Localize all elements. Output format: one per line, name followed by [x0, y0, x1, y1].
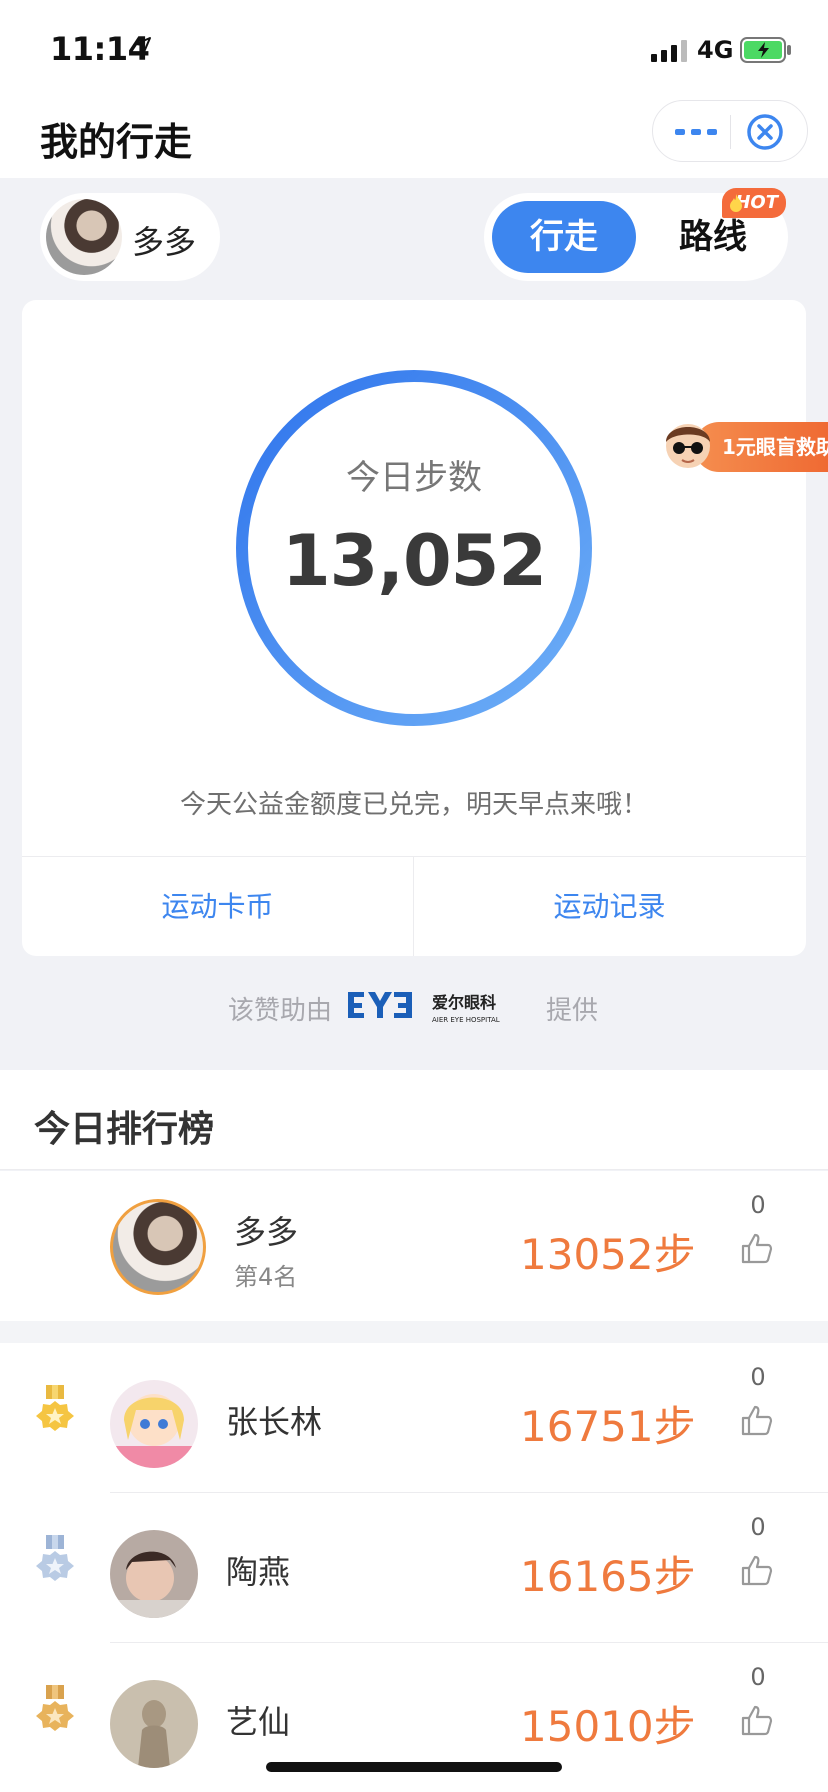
section-gap	[0, 1321, 828, 1343]
avatar	[46, 199, 122, 275]
svg-text:AIER EYE HOSPITAL: AIER EYE HOSPITAL	[432, 1016, 500, 1024]
home-indicator	[266, 1762, 562, 1772]
avatar	[110, 1530, 198, 1618]
donation-notice: 今天公益金额度已兑完，明天早点来哦！	[179, 790, 648, 820]
user-name: 艺仙	[226, 1703, 291, 1741]
table-row[interactable]: 陶燕 16165步 0	[0, 1493, 828, 1643]
like-count: 0	[750, 1363, 766, 1391]
thumbs-up-icon[interactable]	[740, 1703, 774, 1737]
tab-walk[interactable]: 行走	[492, 201, 636, 273]
divider	[0, 1169, 828, 1170]
avatar	[110, 1199, 206, 1295]
cartoon-face-icon	[666, 424, 710, 468]
user-rank: 第4名	[234, 1263, 298, 1291]
like-count: 0	[750, 1663, 766, 1691]
aier-eye-logo: 爱尔眼科 AIER EYE HOSPITAL	[348, 992, 500, 1024]
thumbs-up-icon[interactable]	[740, 1403, 774, 1437]
thumbs-up-icon[interactable]	[740, 1231, 774, 1265]
svg-text:爱尔眼科: 爱尔眼科	[432, 993, 496, 1012]
sport-coin-button[interactable]: 运动卡币	[22, 857, 413, 956]
user-steps: 15010步	[520, 1702, 696, 1751]
signal-icon	[651, 40, 687, 62]
sponsor-line: 该赞助由 爱尔眼科 AIER EYE HOSPITAL 提供	[0, 988, 828, 1028]
gold-medal-icon	[36, 1385, 74, 1431]
promo-badge[interactable]: 1元眼盲救助	[660, 412, 828, 484]
profile-pill[interactable]: 多多	[40, 193, 220, 281]
thumbs-up-icon[interactable]	[740, 1553, 774, 1587]
table-row[interactable]: 张长林 16751步 0	[0, 1343, 828, 1493]
like-count: 0	[750, 1513, 766, 1541]
leaderboard-header: 今日排行榜	[0, 1070, 828, 1170]
page-title: 我的行走	[40, 120, 193, 164]
flame-icon	[730, 194, 742, 212]
sponsor-prefix: 该赞助由	[228, 996, 333, 1026]
sponsor-suffix: 提供	[546, 996, 599, 1026]
avatar	[110, 1380, 198, 1468]
profile-name: 多多	[132, 223, 197, 261]
location-arrow-icon	[135, 37, 151, 53]
user-steps: 16165步	[520, 1552, 696, 1601]
user-name: 张长林	[226, 1403, 323, 1441]
my-rank-row[interactable]: 多多 第4名 13052步 0	[0, 1171, 828, 1321]
bronze-medal-icon	[36, 1685, 74, 1731]
user-steps: 16751步	[520, 1402, 696, 1451]
user-name: 多多	[234, 1213, 299, 1251]
battery-charging-icon	[740, 37, 791, 63]
user-name: 陶燕	[226, 1553, 291, 1591]
capsule-divider	[730, 115, 731, 149]
silver-medal-icon	[36, 1535, 74, 1581]
leaderboard-title: 今日排行榜	[34, 1109, 215, 1150]
like-count: 0	[750, 1191, 766, 1219]
close-target-icon[interactable]	[746, 113, 784, 151]
sport-record-button[interactable]: 运动记录	[414, 857, 805, 956]
hot-badge: HOT	[722, 188, 786, 218]
avatar	[110, 1680, 198, 1768]
network-type: 4G	[697, 36, 734, 64]
steps-card: 今日步数 13,052 今天公益金额度已兑完，明天早点来哦！ 运动卡币 运动记录	[22, 300, 806, 956]
steps-value: 13,052	[281, 520, 547, 602]
more-dots-icon[interactable]	[675, 121, 719, 143]
user-steps: 13052步	[520, 1230, 696, 1279]
mini-program-capsule	[652, 100, 808, 162]
